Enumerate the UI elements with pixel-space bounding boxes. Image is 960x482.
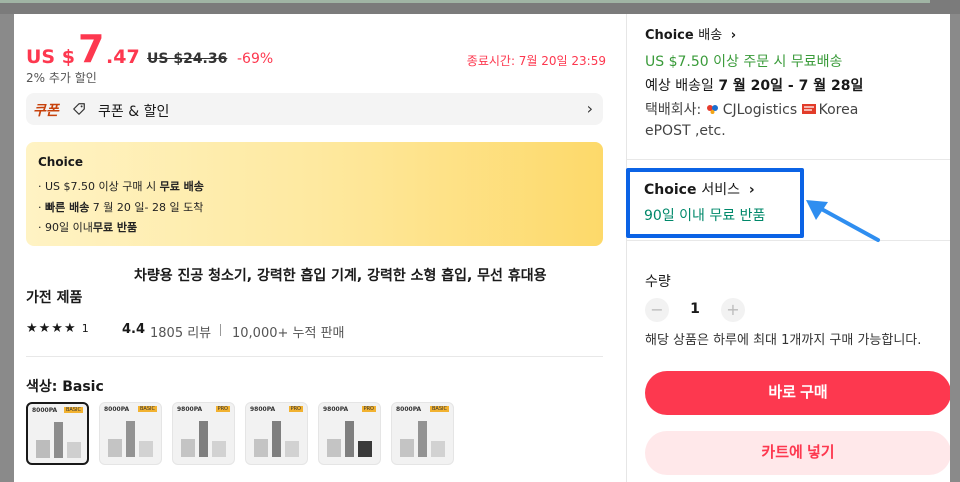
vacuum-product-image — [36, 422, 81, 458]
vacuum-product-image — [181, 421, 226, 457]
color-option-label: 색상: Basic — [26, 379, 104, 395]
product-title: 차량용 진공 청소기, 강력한 흡입 기계, 강력한 소형 흡입, 무선 휴대용 — [134, 268, 547, 284]
quantity-value[interactable]: 1 — [683, 301, 707, 317]
cj-logo-icon — [706, 105, 718, 114]
extra-discount: 2% 추가 할인 — [26, 71, 97, 85]
purchase-panel: Choice 배송 › US $7.50 이상 주문 시 무료배송 예상 배송일… — [626, 14, 950, 482]
divider — [26, 356, 603, 357]
divider — [627, 159, 950, 160]
vacuum-product-image — [327, 421, 372, 457]
choice-brand: Choice — [645, 28, 694, 43]
choice-benefits-box: Choice · US $7.50 이상 구매 시 무료 배송 · 빠른 배송 … — [26, 142, 603, 246]
choice-benefit-line: · 빠른 배송 7 월 20 일- 28 일 도착 — [38, 201, 204, 214]
backdrop-strip — [0, 0, 930, 3]
color-thumbnail[interactable]: 8000PA BASIC — [391, 402, 454, 465]
choice-benefit-line: · 90일 이내무료 반품 — [38, 221, 138, 234]
decrease-quantity-button[interactable]: − — [645, 298, 669, 322]
product-title-continued: 가전 제품 — [26, 290, 83, 306]
vacuum-product-image — [254, 421, 299, 457]
quantity-stepper: − 1 + — [645, 298, 765, 322]
choice-box-title: Choice — [38, 155, 83, 169]
buy-now-button[interactable]: 바로 구매 — [645, 371, 950, 415]
divider — [220, 324, 221, 336]
chevron-right-icon: › — [730, 28, 737, 43]
service-header: Choice 서비스 › — [644, 179, 755, 199]
review-count[interactable]: 1805 리뷰 — [150, 322, 211, 341]
color-thumbnail[interactable]: 9800PA PRO — [245, 402, 308, 465]
color-thumbnail[interactable]: 9800PA PRO — [172, 402, 235, 465]
increase-quantity-button[interactable]: + — [721, 298, 745, 322]
discount-percent: -69% — [237, 51, 274, 67]
color-thumbnail[interactable]: 9800PA PRO — [318, 402, 381, 465]
sold-count: 10,000+ 누적 판매 — [232, 326, 345, 341]
coupon-bar[interactable]: 쿠폰 쿠폰 & 할인 › — [26, 93, 603, 125]
backdrop-top — [0, 0, 960, 14]
sale-end-time: 종료시간: 7월 20일 23:59 — [466, 54, 606, 68]
price-decimal: .47 — [106, 46, 140, 68]
original-price: US $24.36 — [147, 51, 228, 67]
color-thumbnail[interactable]: 8000PA BASIC — [99, 402, 162, 465]
star-rating-icon: ★★★★ 1 — [26, 321, 90, 336]
vacuum-product-image — [108, 421, 153, 457]
service-title: 서비스 — [701, 182, 740, 198]
carrier-info: 택배회사: CJLogistics Korea ePOST ,etc. — [645, 102, 859, 139]
pointer-arrow-icon — [806, 200, 880, 242]
chevron-right-icon: › — [586, 99, 593, 118]
price-tag-icon — [73, 103, 85, 115]
shipping-title: 배송 — [698, 28, 723, 43]
add-to-cart-button[interactable]: 카트에 넣기 — [645, 431, 950, 475]
quantity-label: 수량 — [645, 274, 671, 290]
purchase-limit-note: 해당 상품은 하루에 최대 1개까지 구매 가능합니다. — [645, 333, 922, 348]
divider — [627, 240, 950, 241]
price-currency: US $ — [26, 46, 75, 68]
color-thumbnail-selected[interactable]: 8000PA BASIC — [26, 402, 89, 465]
price-row: US $ 7 .47 US $24.36 -69% 종료시간: 7월 20일 2… — [26, 28, 606, 68]
estimated-delivery: 예상 배송일 7 월 20일 - 7 월 28일 — [645, 78, 864, 94]
product-quick-view-modal: US $ 7 .47 US $24.36 -69% 종료시간: 7월 20일 2… — [14, 14, 950, 482]
choice-service-highlight[interactable]: Choice 서비스 › 90일 이내 무료 반품 — [626, 168, 804, 238]
free-shipping-note: US $7.50 이상 주문 시 무료배송 — [645, 54, 843, 70]
product-info-panel: US $ 7 .47 US $24.36 -69% 종료시간: 7월 20일 2… — [14, 14, 626, 482]
coupon-label: 쿠폰 & 할인 — [98, 104, 170, 120]
free-return-note: 90일 이내 무료 반품 — [644, 208, 766, 224]
choice-brand: Choice — [644, 182, 697, 198]
shipping-header[interactable]: Choice 배송 › — [645, 24, 736, 43]
rating-score: 4.4 — [122, 322, 146, 337]
chevron-right-icon: › — [748, 182, 755, 198]
price-integer: 7 — [78, 27, 105, 71]
coupon-tag: 쿠폰 — [33, 103, 59, 119]
choice-benefit-line: · US $7.50 이상 구매 시 무료 배송 — [38, 180, 204, 193]
korea-post-logo-icon — [801, 104, 816, 114]
vacuum-product-image — [400, 421, 445, 457]
